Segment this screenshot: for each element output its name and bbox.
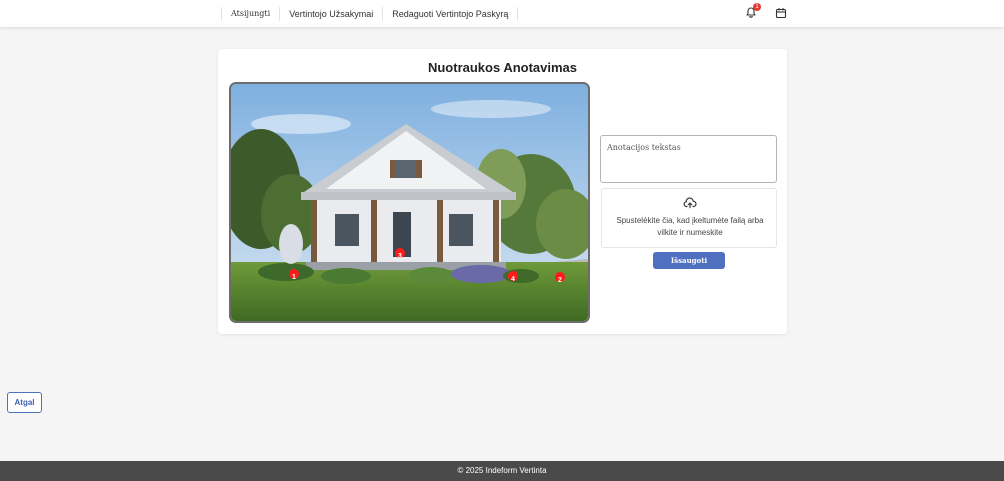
notification-badge: 1 (753, 3, 761, 11)
nav-edit-account-link[interactable]: Redaguoti Vertintojo Paskyrą (382, 7, 519, 21)
annotation-text-input[interactable] (600, 135, 777, 183)
house-image (231, 84, 588, 321)
calendar-icon[interactable] (775, 7, 787, 19)
nav-orders-link[interactable]: Vertintojo Užsakymai (279, 7, 382, 21)
annotation-marker-label: 4 (511, 276, 515, 283)
upload-instructions: Spustelėkite čia, kad įkeltumėte failą a… (616, 216, 764, 237)
annotation-marker[interactable]: 1 (289, 269, 299, 281)
annotation-marker-label: 3 (398, 253, 402, 260)
top-navbar: Atsijungti Vertintojo Užsakymai Redaguot… (0, 0, 1004, 27)
annotation-card: Nuotraukos Anotavimas 1 3 4 2 Anotacijos… (218, 49, 787, 334)
cloud-upload-icon (683, 197, 697, 209)
annotation-marker[interactable]: 3 (395, 248, 405, 260)
annotation-marker-label: 1 (292, 274, 296, 281)
annotation-marker-label: 2 (558, 277, 562, 284)
house-photo[interactable]: 1 3 4 2 (229, 82, 590, 323)
footer: © 2025 Indeform Vertinta (0, 461, 1004, 481)
save-annotation-button[interactable]: Išsaugoti anotaciją (653, 252, 725, 282)
page-title: Nuotraukos Anotavimas (427, 60, 578, 75)
annotation-marker[interactable]: 2 (555, 272, 565, 284)
main-nav: Atsijungti Vertintojo Užsakymai Redaguot… (221, 7, 519, 21)
nav-logout-link[interactable]: Atsijungti (221, 7, 279, 21)
back-button[interactable]: Atgal (7, 392, 42, 413)
annotation-marker[interactable]: 4 (508, 271, 518, 283)
file-upload-dropzone[interactable]: Spustelėkite čia, kad įkeltumėte failą a… (601, 188, 777, 248)
